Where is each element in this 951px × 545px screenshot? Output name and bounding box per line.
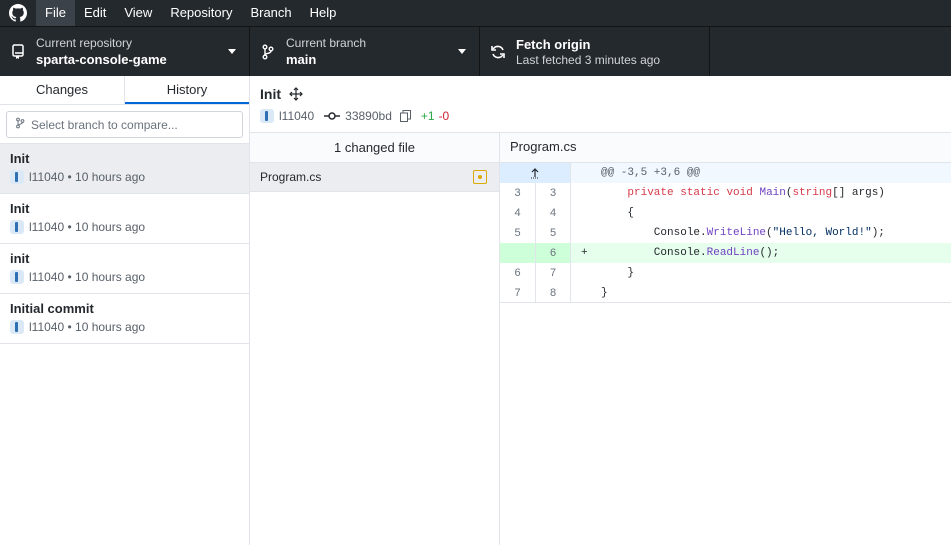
- diff-line[interactable]: 6 + Console.ReadLine();: [500, 243, 951, 263]
- avatar: [10, 170, 24, 184]
- current-branch-button[interactable]: Current branch main: [250, 27, 480, 76]
- code-text: {: [601, 207, 635, 219]
- chevron-down-icon: [458, 49, 466, 54]
- avatar: [260, 109, 274, 123]
- commit-icon: [324, 111, 341, 121]
- current-branch-name: main: [286, 51, 317, 67]
- avatar: [10, 270, 24, 284]
- copy-icon[interactable]: [399, 110, 411, 122]
- sync-icon: [480, 44, 516, 60]
- menu-edit[interactable]: Edit: [75, 0, 115, 26]
- branch-compare-input[interactable]: [31, 117, 241, 132]
- branch-icon: [250, 44, 286, 60]
- hunk-header: @@ -3,5 +3,6 @@: [601, 167, 701, 179]
- lines-removed: -0: [438, 109, 450, 123]
- diff-marker: [571, 183, 587, 203]
- commit-meta: l11040 • 10 hours ago: [29, 320, 146, 334]
- avatar: [10, 320, 24, 334]
- fetch-origin-button[interactable]: Fetch origin Last fetched 3 minutes ago: [480, 27, 710, 76]
- file-name: Program.cs: [260, 170, 322, 184]
- diff-marker: [571, 283, 587, 302]
- diff-marker: [571, 263, 587, 283]
- new-line-number: 6: [536, 243, 571, 263]
- history-sidebar: Changes History Init l11040 • 10 hours a…: [0, 76, 250, 545]
- branch-icon: [15, 117, 25, 132]
- commit-meta: l11040 • 10 hours ago: [29, 220, 146, 234]
- commit-author: l11040: [279, 109, 315, 123]
- menu-file[interactable]: File: [36, 0, 75, 26]
- avatar: [10, 220, 24, 234]
- diff-marker: [571, 223, 587, 243]
- diff-file-name: Program.cs: [500, 133, 951, 163]
- old-line-number: 3: [500, 183, 536, 203]
- old-line-number: 5: [500, 223, 536, 243]
- expand-up-icon[interactable]: [500, 163, 571, 183]
- sidebar-tabs: Changes History: [0, 76, 249, 105]
- tab-changes[interactable]: Changes: [0, 76, 125, 104]
- list-item[interactable]: init l11040 • 10 hours ago: [0, 244, 249, 294]
- code-text: }: [601, 287, 608, 299]
- commit-summary: Init: [10, 151, 30, 166]
- old-line-number: 4: [500, 203, 536, 223]
- menu-repository[interactable]: Repository: [161, 0, 241, 26]
- code-text: Console.ReadLine();: [601, 247, 780, 259]
- changed-files-count: 1 changed file: [250, 133, 499, 163]
- tab-history[interactable]: History: [125, 76, 249, 104]
- changed-files-panel: 1 changed file Program.cs: [250, 133, 500, 545]
- code-text: }: [601, 267, 635, 279]
- new-line-number: 7: [536, 263, 571, 283]
- diff-line[interactable]: 55 Console.WriteLine("Hello, World!");: [500, 223, 951, 243]
- last-fetched-status: Last fetched 3 minutes ago: [516, 52, 661, 67]
- diff-line[interactable]: 44 {: [500, 203, 951, 223]
- branch-compare-box[interactable]: [6, 111, 243, 138]
- menu-branch[interactable]: Branch: [241, 0, 300, 26]
- current-repository-name: sparta-console-game: [36, 51, 167, 67]
- github-logo-icon: [0, 0, 36, 26]
- list-item[interactable]: Init l11040 • 10 hours ago: [0, 194, 249, 244]
- menu-bar: File Edit View Repository Branch Help: [0, 0, 951, 26]
- current-branch-label: Current branch: [286, 35, 367, 50]
- diff-marker: +: [581, 247, 588, 259]
- old-line-number: 6: [500, 263, 536, 283]
- repo-icon: [0, 43, 36, 60]
- chevron-down-icon: [228, 49, 236, 54]
- code-text: private static void Main(string[] args): [627, 187, 885, 199]
- commit-summary: Init: [10, 201, 30, 216]
- current-repository-label: Current repository: [36, 35, 133, 50]
- new-line-number: 5: [536, 223, 571, 243]
- menu-help[interactable]: Help: [301, 0, 346, 26]
- commit-summary: init: [10, 251, 30, 266]
- menu-view[interactable]: View: [115, 0, 161, 26]
- old-line-number: 7: [500, 283, 536, 302]
- commit-summary: Initial commit: [10, 301, 94, 316]
- diff-line[interactable]: 7 8}: [500, 283, 951, 303]
- toolbar: Current repository sparta-console-game C…: [0, 26, 951, 76]
- commit-title: Init: [260, 86, 281, 102]
- expand-icon[interactable]: [289, 87, 303, 101]
- commit-sha: 33890bd: [345, 109, 392, 123]
- new-line-number: 4: [536, 203, 571, 223]
- file-list-item[interactable]: Program.cs: [250, 163, 499, 192]
- diff-hunk-header: @@ -3,5 +3,6 @@: [500, 163, 951, 183]
- old-line-number: [500, 243, 536, 263]
- commit-meta: l11040 • 10 hours ago: [29, 170, 146, 184]
- modified-icon: [473, 170, 487, 184]
- diff-panel: Program.cs @@ -3,5 +3,6 @@ 33 private st…: [500, 133, 951, 545]
- commit-summary-header: Init l11040 33890bd +1 -0: [250, 76, 951, 133]
- list-item[interactable]: Initial commit l11040 • 10 hours ago: [0, 294, 249, 344]
- diff-line[interactable]: 33 private static void Main(string[] arg…: [500, 183, 951, 203]
- diff-line[interactable]: 67 }: [500, 263, 951, 283]
- new-line-number: 8: [536, 283, 571, 302]
- current-repository-button[interactable]: Current repository sparta-console-game: [0, 27, 250, 76]
- commit-list: Init l11040 • 10 hours ago Init l11040 •…: [0, 143, 249, 344]
- new-line-number: 3: [536, 183, 571, 203]
- commit-meta: l11040 • 10 hours ago: [29, 270, 146, 284]
- list-item[interactable]: Init l11040 • 10 hours ago: [0, 144, 249, 194]
- lines-added: +1: [420, 109, 435, 123]
- fetch-origin-label: Fetch origin: [516, 36, 591, 52]
- code-text: Console.WriteLine("Hello, World!");: [601, 227, 885, 239]
- diff-marker: [571, 203, 587, 223]
